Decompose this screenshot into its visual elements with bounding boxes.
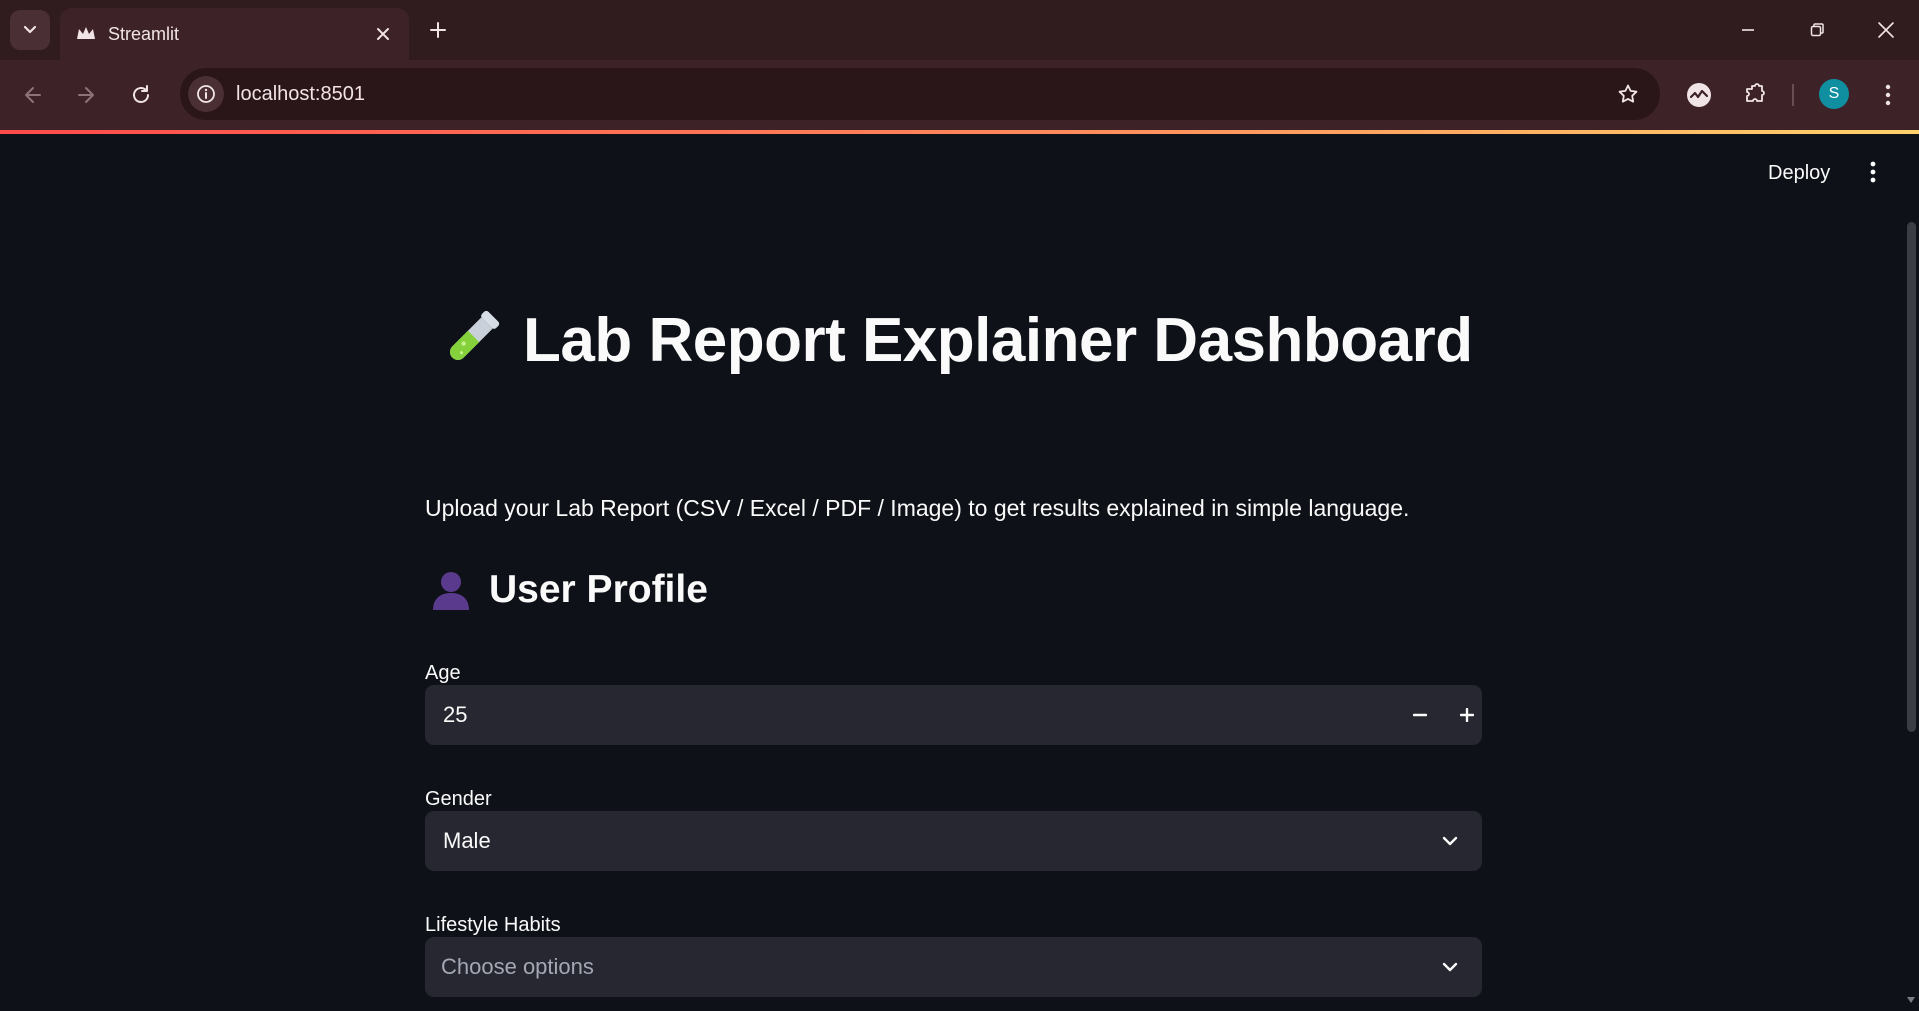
test-tube-icon (449, 310, 500, 361)
age-increment-button[interactable] (1449, 697, 1485, 733)
profile-avatar[interactable]: S (1819, 79, 1849, 109)
gender-label: Gender (425, 788, 492, 810)
user-profile-header: User Profile (429, 562, 708, 618)
intro-text: Upload your Lab Report (CSV / Excel / PD… (425, 495, 1410, 521)
minus-icon (1413, 713, 1427, 717)
arrow-right-icon (78, 87, 94, 103)
user-profile-header-text: User Profile (489, 568, 708, 611)
chevron-down-icon (23, 25, 37, 34)
restore-icon (1810, 23, 1824, 37)
lifestyle-placeholder[interactable]: Choose options (441, 953, 594, 981)
gender-select[interactable]: Male (425, 811, 1482, 871)
arrow-left-icon (25, 87, 41, 103)
deploy-button[interactable]: Deploy (1758, 156, 1840, 191)
address-bar[interactable]: localhost:8501 (180, 68, 1660, 120)
user-silhouette-icon (433, 572, 469, 610)
age-value[interactable]: 25 (443, 701, 467, 729)
page-title: Lab Report Explainer Dashboard (435, 300, 1473, 380)
app-main-menu-icon[interactable] (1858, 154, 1888, 190)
lifestyle-label: Lifestyle Habits (425, 914, 561, 936)
gender-selected-value[interactable]: Male (443, 827, 491, 855)
streamlit-app: Deploy Lab Report Explainer Dashboard Up… (0, 134, 1919, 1011)
browser-toolbar: localhost:8501 S (0, 60, 1919, 130)
new-tab-button[interactable] (420, 12, 456, 48)
performance-extension-icon[interactable] (1681, 77, 1717, 113)
page-title-text: Lab Report Explainer Dashboard (523, 305, 1473, 375)
browser-menu-icon[interactable] (1870, 77, 1906, 113)
back-button[interactable] (15, 77, 51, 113)
url-text[interactable]: localhost:8501 (236, 82, 365, 106)
scrollbar-thumb[interactable] (1907, 222, 1916, 732)
age-decrement-button[interactable] (1402, 697, 1438, 733)
browser-tab-bar: Streamlit (0, 0, 1919, 60)
extensions-puzzle-icon[interactable] (1737, 77, 1773, 113)
toolbar-separator (1792, 84, 1794, 106)
age-label: Age (425, 662, 461, 684)
plus-icon (1460, 708, 1474, 722)
reload-icon (133, 85, 149, 103)
reload-button[interactable] (123, 77, 159, 113)
restore-window-button[interactable] (1789, 6, 1845, 54)
tab-close-icon[interactable] (371, 22, 395, 46)
minimize-window-button[interactable] (1720, 6, 1776, 54)
chevron-down-icon[interactable] (1432, 949, 1468, 985)
tab-title: Streamlit (108, 24, 180, 44)
scroll-down-arrow-icon[interactable] (1905, 994, 1917, 1006)
site-info-icon[interactable] (188, 76, 224, 112)
plus-icon (430, 22, 446, 38)
forward-button[interactable] (68, 77, 104, 113)
close-window-button[interactable] (1858, 6, 1914, 54)
tab-search-button[interactable] (10, 10, 50, 50)
streamlit-crown-icon (74, 22, 98, 46)
age-number-input[interactable]: 25 (425, 685, 1482, 745)
browser-tab-active[interactable]: Streamlit (60, 8, 409, 60)
chevron-down-icon[interactable] (1432, 823, 1468, 859)
lifestyle-multiselect[interactable]: Choose options (425, 937, 1482, 997)
close-icon (1878, 22, 1894, 38)
bookmark-star-icon[interactable] (1610, 76, 1646, 112)
minimize-icon (1742, 29, 1754, 31)
